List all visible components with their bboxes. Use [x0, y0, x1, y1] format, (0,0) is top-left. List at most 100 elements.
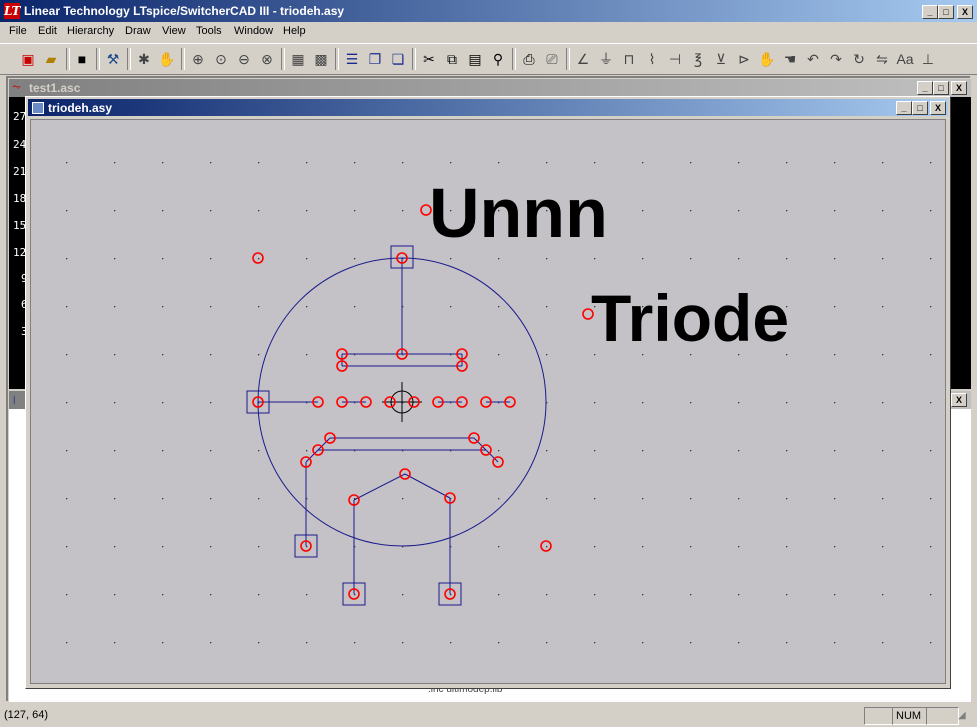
zoom-in-icon[interactable]: ⊕ [188, 49, 208, 69]
text-icon[interactable]: Aa [895, 49, 915, 69]
hammer-icon[interactable]: ⚒ [103, 49, 123, 69]
grid-dot [498, 450, 500, 452]
move-icon[interactable]: ✋ [757, 49, 777, 69]
toolbar-separator [66, 48, 70, 70]
grid-dot [882, 258, 884, 260]
grid-dot [546, 546, 548, 548]
undo-icon[interactable]: ↶ [803, 49, 823, 69]
symbol-editor-titlebar[interactable]: triodeh.asy _ □ X [28, 99, 948, 116]
symbol-minimize-button[interactable]: _ [896, 101, 912, 115]
zoom-fit-icon[interactable]: ⊗ [257, 49, 277, 69]
open-icon[interactable]: ▰ [41, 49, 61, 69]
save-icon[interactable]: ■ [72, 49, 92, 69]
grid-dot [738, 546, 740, 548]
menu-hierarchy[interactable]: Hierarchy [67, 25, 114, 37]
find-icon[interactable]: ⚲ [488, 49, 508, 69]
diode-icon[interactable]: ⊻ [711, 49, 731, 69]
grid-icon[interactable]: ▩ [311, 49, 331, 69]
grid-dot [210, 594, 212, 596]
instname-text[interactable]: Unnn [429, 174, 608, 252]
tile-vertical-icon[interactable]: ❏ [388, 49, 408, 69]
netlist-close-button[interactable]: X [951, 393, 967, 407]
spice-directive-icon[interactable]: ⊥ [918, 49, 938, 69]
symbol-editor-window[interactable]: triodeh.asy _ □ X Unnn Triode [25, 96, 951, 689]
zoom-out-icon[interactable]: ⊖ [234, 49, 254, 69]
wire-icon[interactable]: ∠ [573, 49, 593, 69]
main-titlebar[interactable]: LT Linear Technology LTspice/SwitcherCAD… [0, 0, 977, 22]
pan-hand-icon[interactable]: ✋ [157, 49, 177, 69]
ground-icon[interactable]: ⏚ [596, 49, 616, 69]
grid-dot [354, 594, 356, 596]
new-schematic-icon[interactable]: ▣ [18, 49, 38, 69]
print-icon[interactable]: ⎙ [519, 49, 539, 69]
grid-dot [882, 450, 884, 452]
test1-maximize-button[interactable]: □ [933, 81, 949, 95]
menu-window[interactable]: Window [234, 25, 273, 37]
label-icon[interactable]: ⊓ [619, 49, 639, 69]
tile-horizontal-icon[interactable]: ☰ [342, 49, 362, 69]
zoom-area-icon[interactable]: ⊙ [211, 49, 231, 69]
grid-dot [162, 306, 164, 308]
cut-icon[interactable]: ✂ [419, 49, 439, 69]
grid-dot [162, 642, 164, 644]
capacitor-icon[interactable]: ⊣ [665, 49, 685, 69]
grid-dot [162, 498, 164, 500]
grid-dot [930, 306, 932, 308]
cathode-bend-right[interactable] [485, 449, 499, 463]
grid-dot [594, 162, 596, 164]
symbol-drawing[interactable]: Unnn Triode [31, 120, 945, 683]
cathode-bend-left[interactable] [305, 449, 319, 463]
symbol-maximize-button[interactable]: □ [912, 101, 928, 115]
run-icon[interactable]: ✱ [134, 49, 154, 69]
redo-icon[interactable]: ↷ [826, 49, 846, 69]
resistor-icon[interactable]: ⌇ [642, 49, 662, 69]
component-icon[interactable]: ⊳ [734, 49, 754, 69]
grid-dot [66, 402, 68, 404]
rotate-icon[interactable]: ↻ [849, 49, 869, 69]
grid-dot [834, 210, 836, 212]
grid-dot [834, 354, 836, 356]
grid-dot [930, 546, 932, 548]
resize-grip-icon[interactable]: ◢ [958, 710, 966, 721]
copy-icon[interactable]: ⧉ [442, 49, 462, 69]
test1-minimize-button[interactable]: _ [917, 81, 933, 95]
grid-dot [258, 642, 260, 644]
grid-dot [882, 162, 884, 164]
test1-titlebar[interactable]: ⏦ test1.asc _ □ X [9, 79, 971, 97]
symbol-close-button[interactable]: X [930, 101, 946, 115]
schematic-window-icon: ⏦ [12, 81, 21, 93]
menu-tools[interactable]: Tools [196, 25, 222, 37]
grid-dot [882, 306, 884, 308]
mirror-icon[interactable]: ⇋ [872, 49, 892, 69]
cathode-corner-left[interactable] [317, 437, 331, 451]
ltspice-app-icon[interactable]: LT [4, 3, 20, 19]
print-preview-icon[interactable]: ⎚ [542, 49, 562, 69]
value-text[interactable]: Triode [591, 281, 789, 355]
menu-draw[interactable]: Draw [125, 25, 151, 37]
grid-dot [498, 642, 500, 644]
autorange-icon[interactable]: ▦ [288, 49, 308, 69]
cascade-icon[interactable]: ❐ [365, 49, 385, 69]
menu-file[interactable]: File [9, 25, 27, 37]
menu-view[interactable]: View [162, 25, 186, 37]
grid-dot [930, 450, 932, 452]
grid-dot [882, 642, 884, 644]
grid-dot [642, 642, 644, 644]
test1-close-button[interactable]: X [951, 81, 967, 95]
grid-dot [162, 546, 164, 548]
grid-dot [402, 642, 404, 644]
grid-dot [786, 642, 788, 644]
menu-help[interactable]: Help [283, 25, 306, 37]
maximize-button[interactable]: □ [938, 5, 954, 19]
paste-icon[interactable]: ▤ [465, 49, 485, 69]
grid-dot [306, 354, 308, 356]
grid-dot [786, 162, 788, 164]
drag-icon[interactable]: ☚ [780, 49, 800, 69]
symbol-canvas[interactable]: Unnn Triode [30, 119, 946, 684]
cathode-corner-right[interactable] [473, 437, 487, 451]
inductor-icon[interactable]: ℥ [688, 49, 708, 69]
grid-dot [450, 306, 452, 308]
menu-edit[interactable]: Edit [38, 25, 57, 37]
close-button[interactable]: X [957, 5, 973, 19]
minimize-button[interactable]: _ [922, 5, 938, 19]
